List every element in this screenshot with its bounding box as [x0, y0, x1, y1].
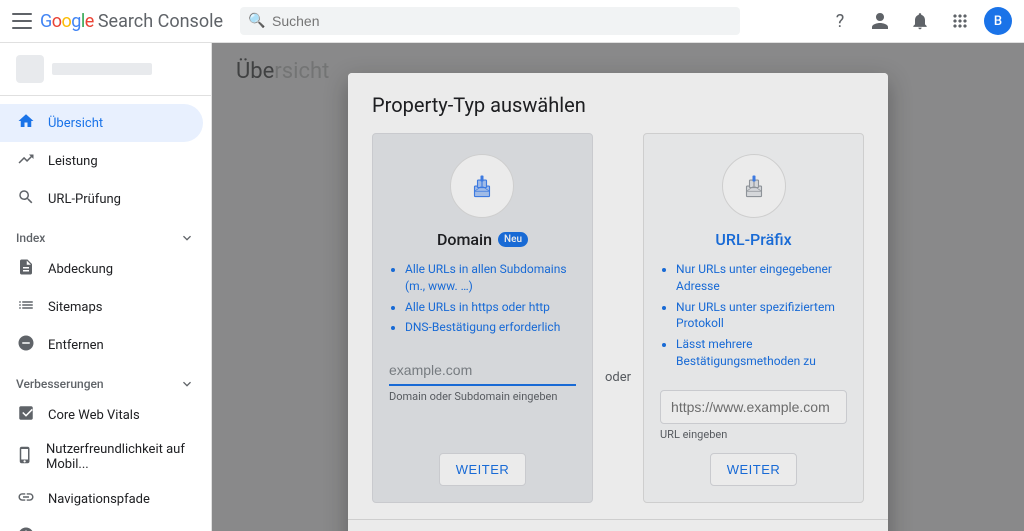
url-bullet-2: Nur URLs unter spezifiziertem Protokoll [676, 299, 847, 333]
domain-title: Domain Neu [437, 230, 528, 249]
remove-icon [16, 334, 36, 356]
console-text: Search Console [98, 11, 223, 32]
sidebar-item-url-prufung[interactable]: URL-Prüfung [0, 180, 203, 218]
domain-bullet-3: DNS-Bestätigung erforderlich [405, 319, 576, 336]
sidebar-item-sitemaps[interactable]: Sitemaps [0, 288, 203, 326]
home-icon [16, 112, 36, 134]
user-avatar[interactable]: B [984, 7, 1012, 35]
mobile-icon [16, 446, 34, 468]
hamburger-menu-icon[interactable] [12, 11, 32, 31]
trending-up-icon [16, 150, 36, 172]
sitemaps-icon [16, 296, 36, 318]
sidebar-item-ubersicht[interactable]: Übersicht [0, 104, 203, 142]
search-input[interactable] [240, 7, 740, 35]
url-prefix-bullets: Nur URLs unter eingegebener Adresse Nur … [660, 261, 847, 374]
url-prefix-weiter-button[interactable]: WEITER [710, 453, 798, 486]
brand-logo: Google Search Console [40, 11, 223, 32]
modal-title: Property-Typ auswählen [372, 93, 864, 117]
new-badge: Neu [498, 232, 528, 247]
apps-icon[interactable] [944, 5, 976, 37]
modal-title-bar: Property-Typ auswählen [348, 73, 888, 133]
sidebar: Übersicht Leistung URL-Prüfung Index [0, 43, 212, 531]
search-bar-container: 🔍 [240, 7, 740, 35]
sidebar-item-navigationspfade[interactable]: Navigationspfade [0, 480, 203, 518]
domain-bullet-2: Alle URLs in https oder http [405, 299, 576, 316]
url-bullet-3: Lässt mehrere Bestätigungsmethoden zu [676, 336, 847, 370]
sidebar-label-mobile: Nutzerfreundlichkeit auf Mobil... [46, 442, 187, 472]
sidebar-label-nav: Navigationspfade [48, 492, 150, 507]
modal-footer: WEITERE INFORMATIONEN ABBRECHEN [348, 519, 888, 531]
url-prefix-icon-circle [722, 154, 786, 218]
url-prefix-title: URL-Präfix [715, 230, 791, 249]
url-prefix-input[interactable] [660, 390, 847, 424]
sidebar-label-url-prufung: URL-Prüfung [48, 192, 121, 207]
url-bullet-1: Nur URLs unter eingegebener Adresse [676, 261, 847, 295]
google-wordmark: Google [40, 11, 94, 32]
sidebar-label-leistung: Leistung [48, 154, 98, 169]
sidebar-item-mobile[interactable]: Nutzerfreundlichkeit auf Mobil... [0, 434, 203, 480]
sidebar-label-sitemaps: Sitemaps [48, 300, 103, 315]
property-name [52, 63, 152, 75]
modal-body: Domain Neu Alle URLs in allen Subdomains… [348, 133, 888, 519]
url-prefix-input-hint: URL eingeben [660, 428, 847, 441]
search-icon-sidebar [16, 188, 36, 210]
domain-input-hint: Domain oder Subdomain eingeben [389, 390, 576, 403]
sidebar-item-rezensions[interactable]: Rezensions-Snippets [0, 518, 203, 531]
sidebar-label-cwv: Core Web Vitals [48, 408, 140, 423]
main-content-area: Übersicht Property-Typ auswählen [212, 43, 1024, 531]
domain-weiter-button[interactable]: WEITER [439, 453, 527, 486]
reviews-icon [16, 526, 36, 531]
sidebar-item-entfernen[interactable]: Entfernen [0, 326, 203, 364]
topbar: Google Search Console 🔍 ? B [0, 0, 1024, 43]
property-selector[interactable] [0, 43, 211, 96]
notifications-icon[interactable] [904, 5, 936, 37]
search-icon: 🔍 [248, 13, 265, 29]
topbar-right: ? B [824, 5, 1012, 37]
sidebar-item-abdeckung[interactable]: Abdeckung [0, 250, 203, 288]
main-layout: Übersicht Leistung URL-Prüfung Index [0, 43, 1024, 531]
nav-paths-icon [16, 488, 36, 510]
sidebar-nav: Übersicht Leistung URL-Prüfung Index [0, 96, 211, 531]
sidebar-item-core-web-vitals[interactable]: Core Web Vitals [0, 396, 203, 434]
section-header-verbesserungen: Verbesserungen [0, 364, 211, 396]
url-prefix-option-card[interactable]: URL-Präfix Nur URLs unter eingegebener A… [643, 133, 864, 503]
topbar-left: Google Search Console [12, 11, 224, 32]
domain-bullets: Alle URLs in allen Subdomains (m., www. … [389, 261, 576, 340]
domain-input[interactable] [389, 356, 576, 386]
section-header-index: Index [0, 218, 211, 250]
domain-icon-circle [450, 154, 514, 218]
or-separator: oder [605, 133, 631, 503]
help-icon-button[interactable]: ? [824, 5, 856, 37]
domain-option-card[interactable]: Domain Neu Alle URLs in allen Subdomains… [372, 133, 593, 503]
coverage-icon [16, 258, 36, 280]
modal-overlay: Property-Typ auswählen [212, 43, 1024, 531]
property-avatar [16, 55, 44, 83]
account-circle-icon[interactable] [864, 5, 896, 37]
web-vitals-icon [16, 404, 36, 426]
sidebar-label-abdeckung: Abdeckung [48, 262, 113, 277]
sidebar-label-ubersicht: Übersicht [48, 116, 103, 131]
property-type-modal: Property-Typ auswählen [348, 73, 888, 531]
sidebar-item-leistung[interactable]: Leistung [0, 142, 203, 180]
sidebar-label-entfernen: Entfernen [48, 338, 104, 353]
domain-bullet-1: Alle URLs in allen Subdomains (m., www. … [405, 261, 576, 295]
